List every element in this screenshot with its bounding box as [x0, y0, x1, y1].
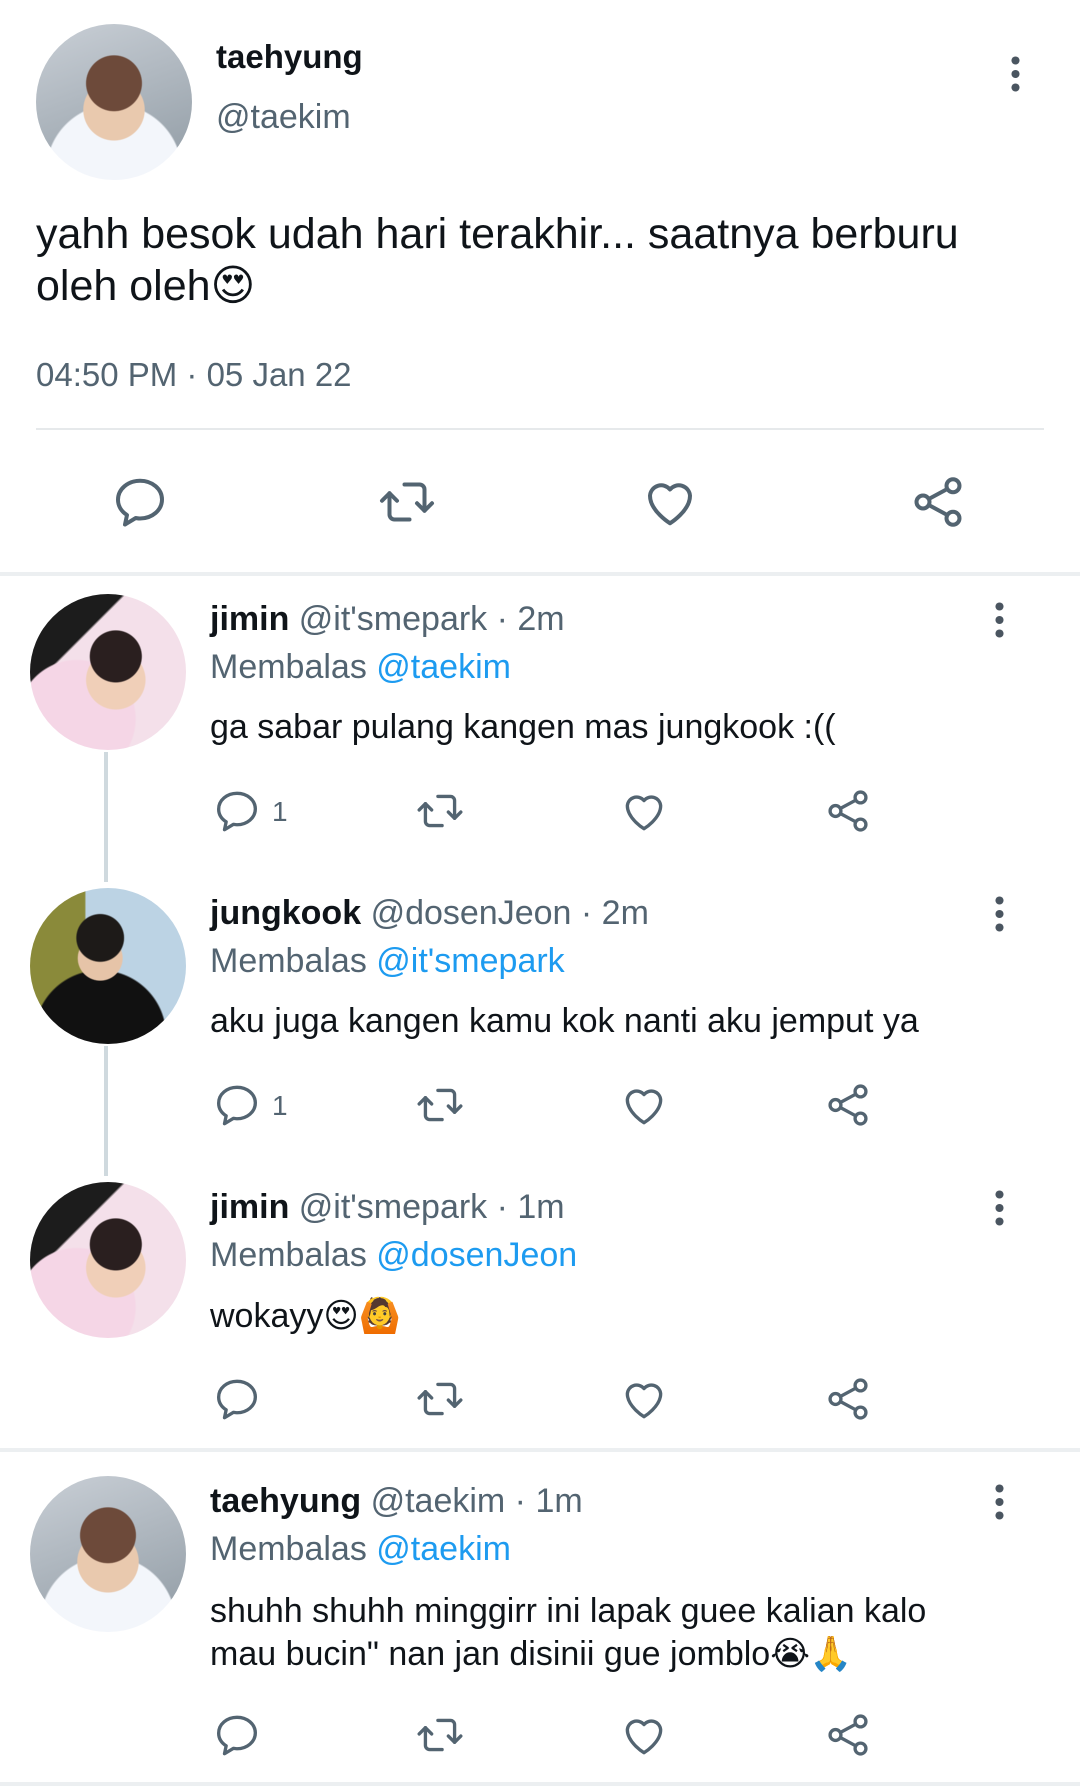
- reply-text: ga sabar pulang kangen mas jungkook :((: [210, 708, 836, 746]
- reply-header: jimin @it'smepark · 1m: [210, 1188, 565, 1227]
- tweet-text-line1: yahh besok udah hari terakhir... saatnya…: [36, 210, 959, 258]
- reply-header: jungkook @dosenJeon · 2m: [210, 894, 649, 933]
- retweet-icon[interactable]: [412, 1080, 468, 1130]
- author-name[interactable]: taehyung: [216, 38, 363, 76]
- reply-text: aku juga kangen kamu kok nanti aku jempu…: [210, 1002, 919, 1040]
- like-icon[interactable]: [619, 1080, 669, 1130]
- author-meta: @dosenJeon · 2m: [370, 894, 649, 932]
- reply-text-line2: mau bucin" nan jan disinii gue jomblo: [210, 1635, 771, 1673]
- avatar[interactable]: [30, 594, 186, 750]
- more-vertical-icon[interactable]: [1011, 56, 1020, 92]
- thread-line: [104, 752, 108, 882]
- mention-link[interactable]: @it'smepark: [376, 942, 564, 980]
- reply-text-line1: shuhh shuhh minggirr ini lapak guee kali…: [210, 1592, 927, 1630]
- like-icon[interactable]: [619, 1374, 669, 1424]
- emoji: 😍: [210, 262, 256, 310]
- like-icon[interactable]: [619, 786, 669, 836]
- share-icon[interactable]: [823, 1374, 873, 1424]
- share-icon[interactable]: [823, 1710, 873, 1760]
- emoji: 😍🙆: [323, 1297, 402, 1335]
- replying-prefix: Membalas: [210, 1530, 367, 1568]
- tweet-text: yahh besok udah hari terakhir... saatnya…: [36, 208, 1046, 312]
- reply-icon[interactable]: [212, 1080, 262, 1130]
- like-icon[interactable]: [619, 1710, 669, 1760]
- author-name[interactable]: jungkook: [210, 894, 361, 932]
- author-name[interactable]: jimin: [210, 600, 289, 638]
- more-vertical-icon[interactable]: [995, 1190, 1004, 1226]
- reply-header: jimin @it'smepark · 2m: [210, 600, 565, 639]
- avatar[interactable]: [30, 888, 186, 1044]
- replying-to: Membalas @it'smepark: [210, 942, 565, 981]
- reply-icon[interactable]: [212, 786, 262, 836]
- more-vertical-icon[interactable]: [995, 1484, 1004, 1520]
- share-icon[interactable]: [823, 786, 873, 836]
- more-vertical-icon[interactable]: [995, 602, 1004, 638]
- section-divider: [0, 1448, 1080, 1452]
- retweet-icon[interactable]: [374, 472, 440, 532]
- divider: [36, 428, 1044, 430]
- author-meta: @it'smepark · 2m: [298, 600, 565, 638]
- reply-icon[interactable]: [212, 1710, 262, 1760]
- replying-to: Membalas @taekim: [210, 648, 511, 687]
- avatar[interactable]: [30, 1476, 186, 1632]
- timestamp: 04:50 PM · 05 Jan 22: [36, 356, 352, 393]
- reply-text: shuhh shuhh minggirr ini lapak guee kali…: [210, 1590, 926, 1676]
- replying-prefix: Membalas: [210, 1236, 367, 1274]
- author-name[interactable]: taehyung: [210, 1482, 361, 1520]
- section-divider: [0, 572, 1080, 576]
- reply-count: 1: [272, 796, 288, 827]
- mention-link[interactable]: @taekim: [376, 1530, 511, 1568]
- replying-prefix: Membalas: [210, 648, 367, 686]
- replying-to: Membalas @dosenJeon: [210, 1236, 577, 1275]
- retweet-icon[interactable]: [412, 1710, 468, 1760]
- retweet-icon[interactable]: [412, 1374, 468, 1424]
- avatar[interactable]: [36, 24, 192, 180]
- more-vertical-icon[interactable]: [995, 896, 1004, 932]
- emoji: 😭🙏: [770, 1635, 853, 1673]
- reply-text-body: wokayy: [210, 1297, 324, 1335]
- mention-link[interactable]: @dosenJeon: [376, 1236, 577, 1274]
- author-meta: @taekim · 1m: [370, 1482, 583, 1520]
- section-divider: [0, 1782, 1080, 1786]
- author-meta: @it'smepark · 1m: [298, 1188, 565, 1226]
- thread-line: [104, 1046, 108, 1176]
- reply-text: wokayy😍🙆: [210, 1296, 401, 1336]
- tweet-text-line2: oleh oleh: [36, 262, 211, 310]
- author-handle[interactable]: @taekim: [216, 98, 351, 137]
- retweet-icon[interactable]: [412, 786, 468, 836]
- reply-icon[interactable]: [212, 1374, 262, 1424]
- reply-count: 1: [272, 1090, 288, 1121]
- reply-header: taehyung @taekim · 1m: [210, 1482, 583, 1521]
- reply-icon[interactable]: [110, 472, 170, 532]
- mention-link[interactable]: @taekim: [376, 648, 511, 686]
- author-name[interactable]: jimin: [210, 1188, 289, 1226]
- avatar[interactable]: [30, 1182, 186, 1338]
- share-icon[interactable]: [908, 472, 968, 532]
- share-icon[interactable]: [823, 1080, 873, 1130]
- replying-to: Membalas @taekim: [210, 1530, 511, 1569]
- replying-prefix: Membalas: [210, 942, 367, 980]
- like-icon[interactable]: [640, 472, 700, 532]
